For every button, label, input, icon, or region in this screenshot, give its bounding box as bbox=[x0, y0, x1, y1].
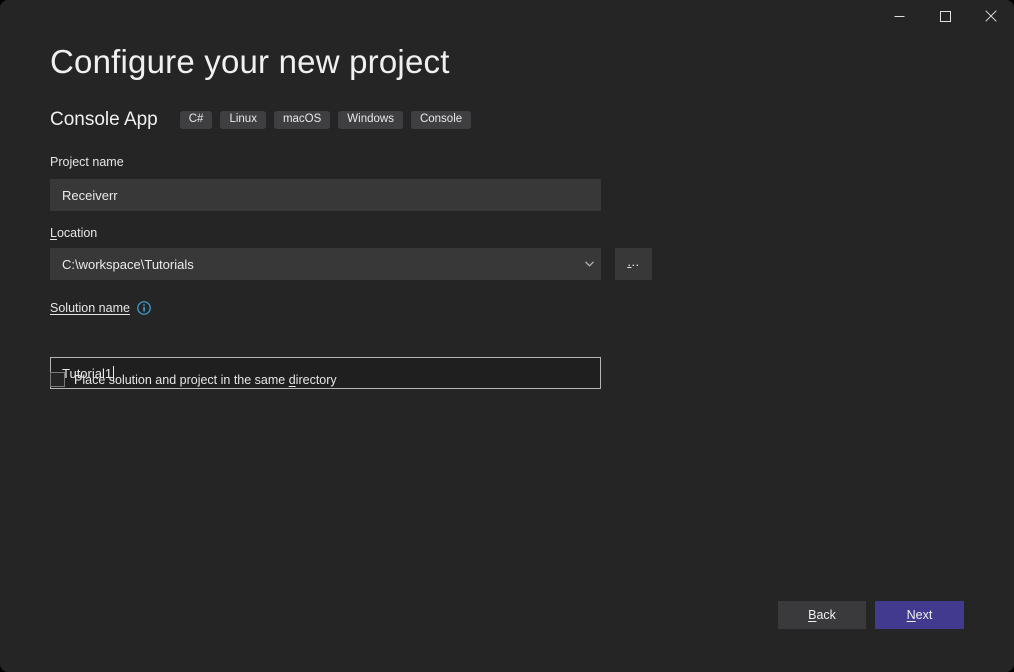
next-button[interactable]: Next bbox=[875, 601, 964, 629]
minimize-icon bbox=[894, 11, 905, 22]
next-button-accesskey: N bbox=[907, 608, 916, 622]
close-button[interactable] bbox=[968, 0, 1014, 32]
back-button-label: ack bbox=[816, 608, 835, 622]
minimize-button[interactable] bbox=[876, 0, 922, 32]
same-directory-row[interactable]: Place solution and project in the same d… bbox=[50, 372, 337, 387]
project-name-input[interactable] bbox=[50, 179, 601, 211]
project-name-label: Project name bbox=[50, 155, 124, 169]
browse-location-button[interactable]: ... bbox=[615, 248, 652, 280]
location-label: Location bbox=[50, 226, 97, 240]
title-bar bbox=[0, 0, 1014, 32]
back-button[interactable]: Back bbox=[778, 601, 866, 629]
maximize-button[interactable] bbox=[922, 0, 968, 32]
back-button-accesskey: B bbox=[808, 608, 816, 622]
same-directory-label-suffix: irectory bbox=[296, 373, 337, 387]
dialog-content: Configure your new project Console App C… bbox=[0, 32, 1014, 672]
solution-name-label-accesskey: m bbox=[113, 301, 123, 315]
template-summary-row: Console App C# Linux macOS Windows Conso… bbox=[50, 108, 479, 132]
location-label-text: ocation bbox=[57, 226, 97, 240]
same-directory-checkbox[interactable] bbox=[50, 372, 65, 387]
location-combobox[interactable]: C:\workspace\Tutorials bbox=[50, 248, 601, 280]
location-dropdown-button[interactable] bbox=[578, 249, 600, 279]
solution-name-label-suffix: e bbox=[123, 301, 130, 315]
location-label-accesskey: L bbox=[50, 226, 57, 240]
chevron-down-icon bbox=[585, 261, 594, 267]
location-value: C:\workspace\Tutorials bbox=[51, 257, 578, 272]
info-circle-icon[interactable] bbox=[137, 301, 151, 315]
ellipsis-icon: ... bbox=[627, 254, 639, 269]
next-button-label: ext bbox=[916, 608, 933, 622]
same-directory-label-accesskey: d bbox=[289, 373, 296, 387]
template-name: Console App bbox=[50, 109, 158, 131]
solution-name-label: Solution name bbox=[50, 301, 151, 316]
tag-linux: Linux bbox=[220, 111, 266, 129]
same-directory-label-prefix: Place solution and project in the same bbox=[74, 373, 289, 387]
maximize-icon bbox=[940, 11, 951, 22]
browse-dots-rest: .. bbox=[631, 254, 639, 269]
tag-windows: Windows bbox=[338, 111, 403, 129]
tag-console: Console bbox=[411, 111, 471, 129]
tag-macos: macOS bbox=[274, 111, 330, 129]
solution-name-label-prefix: Solution na bbox=[50, 301, 113, 315]
configure-project-dialog: Configure your new project Console App C… bbox=[0, 0, 1014, 672]
close-icon bbox=[985, 10, 997, 22]
page-title: Configure your new project bbox=[50, 43, 450, 81]
same-directory-label: Place solution and project in the same d… bbox=[74, 373, 337, 387]
tag-language: C# bbox=[180, 111, 213, 129]
